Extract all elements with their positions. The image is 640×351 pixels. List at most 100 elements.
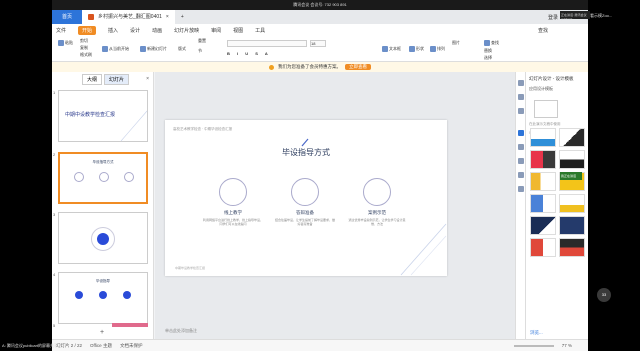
screen-share-tag: A: 腾讯会议publicart的屏幕共享 — [2, 343, 59, 348]
format-painter-button[interactable]: 格式刷 — [80, 52, 92, 58]
thumb-title: 毕设指导 — [96, 279, 110, 283]
menu-file[interactable]: 文件 — [56, 27, 66, 34]
from-current-button[interactable]: 从当前开始 — [102, 46, 129, 52]
menu-search[interactable]: 查找 — [538, 27, 548, 34]
menu-animation[interactable]: 动画 — [152, 27, 162, 34]
notes-placeholder[interactable]: 单击此处添加备注 — [165, 328, 197, 334]
template-thumb[interactable] — [530, 172, 556, 191]
item-label: 答辩准备 — [296, 210, 314, 215]
app-window: 腾讯会议 会议号: 732 903 891 首页 乡村振兴与美艺_翻汇图0401… — [52, 0, 588, 351]
slide-thumbnail-2[interactable]: 毕设指导方式 — [58, 152, 148, 204]
status-bar: 幻灯片 2 / 22 Office 主题 文档未保护 77 % — [52, 339, 588, 351]
zoom-level[interactable]: 77 % — [562, 343, 572, 348]
arrange-button[interactable]: 排列 — [430, 46, 445, 52]
template-thumb[interactable] — [530, 194, 556, 213]
design-template-panel: 幻灯片设计 - 设计模板 应用设计模板 在此演示文稿中使用 可供使用 浏览... — [525, 72, 588, 339]
promo-notification: 我们为您准备了会员特惠方案。 立即查看 — [52, 62, 588, 72]
cut-button[interactable]: 剪切 — [80, 38, 88, 44]
promo-text: 我们为您准备了会员特惠方案。 — [278, 64, 341, 69]
current-slide[interactable]: 高校艺术教学检查 · 中期毕设检查汇报 毕设指导方式 线上教学 利用网络平台进行… — [165, 120, 447, 276]
tool-icon[interactable] — [518, 158, 524, 164]
menu-tools[interactable]: 工具 — [255, 27, 265, 34]
select-button[interactable]: 选择 — [484, 55, 492, 61]
textbox-button[interactable]: 文本框 — [382, 46, 401, 52]
tool-icon[interactable] — [518, 108, 524, 114]
tab-document[interactable]: 乡村振兴与美艺_翻汇图0401 × — [82, 10, 175, 24]
template-thumb[interactable] — [559, 238, 585, 257]
tab-slides[interactable]: 幻灯片 — [104, 73, 130, 85]
panel-tabs: 大纲 幻灯片 — [52, 72, 153, 86]
template-thumb[interactable] — [530, 238, 556, 257]
compass-icon — [291, 178, 319, 206]
tab-outline[interactable]: 大纲 — [82, 73, 103, 85]
menu-slideshow[interactable]: 幻灯片放映 — [174, 27, 199, 34]
right-tool-strip — [515, 72, 525, 339]
sign-in-button[interactable]: 登录 — [548, 14, 558, 21]
menu-view[interactable]: 视图 — [233, 27, 243, 34]
shape-icon — [409, 46, 415, 52]
add-slide-icon[interactable]: + — [100, 329, 104, 336]
template-thumb[interactable] — [530, 216, 556, 235]
menu-start[interactable]: 开始 — [78, 25, 97, 35]
template-thumb[interactable] — [559, 194, 585, 213]
design-template-icon[interactable] — [518, 130, 524, 136]
paste-button[interactable]: 粘贴 — [58, 40, 73, 46]
item-desc: 结合往届毕设，让学生提前了解毕设要求，做好答辩准备 — [275, 218, 336, 226]
promo-button[interactable]: 立即查看 — [345, 64, 371, 70]
doc-protect-status[interactable]: 文档未保护 — [120, 343, 143, 349]
tool-icon[interactable] — [518, 94, 524, 100]
font-size-select[interactable]: 18 — [310, 40, 326, 47]
font-name-select[interactable] — [227, 40, 307, 47]
menu-design[interactable]: 设计 — [130, 27, 140, 34]
template-thumb[interactable] — [559, 150, 585, 169]
find-button[interactable]: 查找 — [484, 40, 499, 46]
search-icon — [484, 40, 490, 46]
tool-icon[interactable] — [518, 80, 524, 86]
slide-thumbnail-5-peek[interactable] — [112, 323, 148, 327]
slide-footer: 中期毕设教学检查汇报 — [175, 266, 206, 270]
slide-canvas-area: 高校艺术教学检查 · 中期毕设检查汇报 毕设指导方式 线上教学 利用网络平台进行… — [155, 72, 515, 339]
browse-link[interactable]: 浏览... — [530, 330, 543, 336]
arrange-icon — [430, 46, 436, 52]
slide-thumbnail-3[interactable] — [58, 212, 148, 264]
panel-subtitle: 应用设计模板 — [529, 86, 553, 91]
menu-review[interactable]: 审阅 — [211, 27, 221, 34]
meeting-sidebar: 看示模Zoo... — [588, 0, 640, 351]
shape-button[interactable]: 形状 — [409, 46, 424, 52]
slide-number: 1 — [53, 90, 56, 95]
tool-icon[interactable] — [518, 186, 524, 192]
font-style-buttons[interactable]: B I U S A — [227, 51, 271, 56]
new-slide-button[interactable]: 新建幻灯片 — [140, 46, 167, 52]
close-icon[interactable]: × — [146, 76, 149, 82]
copy-button[interactable]: 复制 — [80, 45, 88, 51]
item-desc: 利用网络平台进行线上教学，线上指导毕设，同学们可以在线提问 — [203, 218, 264, 226]
current-template-preview[interactable] — [534, 100, 558, 118]
tab-home[interactable]: 首页 — [52, 10, 82, 24]
reset-button[interactable]: 重置 — [198, 38, 206, 44]
slide-thumbnail-4[interactable]: 毕设指导 — [58, 272, 148, 324]
replace-button[interactable]: 替换 — [484, 48, 492, 54]
template-thumb[interactable] — [559, 128, 585, 147]
video-tag: 我正在讲话 — [560, 172, 582, 180]
zoom-slider[interactable] — [513, 344, 554, 347]
add-tab-icon[interactable]: + — [181, 14, 184, 20]
slide-number: 5 — [53, 323, 56, 328]
new-slide-icon — [140, 46, 146, 52]
slide-thumbnail-panel: 大纲 幻灯片 × 1 中期中设教学检查汇报 2 毕设指导方式 3 4 毕设指导 — [52, 72, 154, 339]
menu-insert[interactable]: 插入 — [108, 27, 118, 34]
slide-thumbnail-1[interactable]: 中期中设教学检查汇报 — [58, 90, 148, 142]
picture-button[interactable]: 图片 — [452, 40, 460, 46]
close-icon[interactable]: × — [166, 10, 169, 24]
template-thumb[interactable] — [530, 150, 556, 169]
tool-icon[interactable] — [518, 144, 524, 150]
tool-icon[interactable] — [518, 172, 524, 178]
template-thumb[interactable] — [559, 216, 585, 235]
mic-level-badge[interactable]: 33 — [597, 288, 611, 302]
menu-bar: 文件 开始 插入 设计 动画 幻灯片放映 审阅 视图 工具 查找 — [52, 24, 588, 36]
slide-number: 4 — [53, 272, 56, 277]
section-button[interactable]: 节 — [198, 48, 202, 54]
thumb-dot — [99, 291, 107, 299]
slide-header: 高校艺术教学检查 · 中期毕设检查汇报 — [173, 127, 233, 131]
template-thumb[interactable] — [530, 128, 556, 147]
layout-button[interactable]: 版式 — [178, 46, 186, 52]
